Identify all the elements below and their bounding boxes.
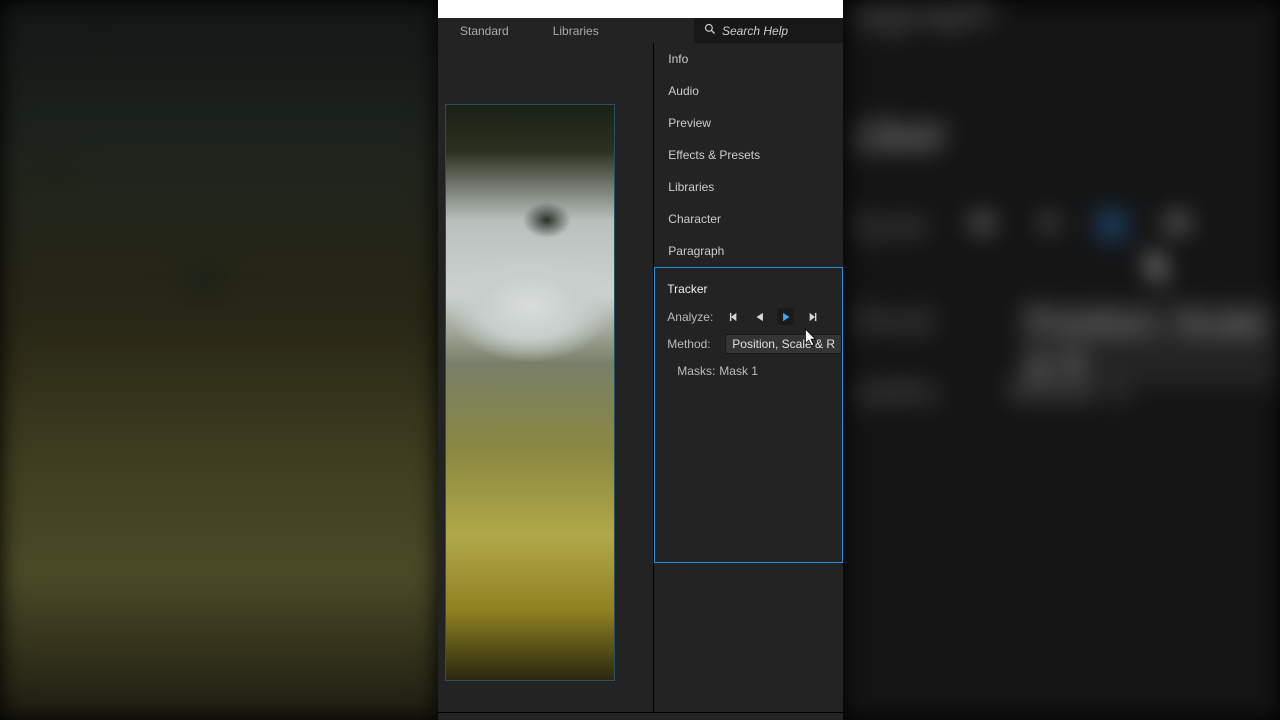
video-background-right: agraph cker lyze: thod: Position, Scale … — [843, 0, 1280, 720]
right-panels-column: Info Audio Preview Effects & Presets Lib… — [653, 43, 843, 712]
panel-tab-libraries[interactable]: Libraries — [654, 171, 843, 203]
analyze-forward-icon[interactable] — [777, 308, 794, 325]
search-icon — [704, 22, 716, 40]
panel-tab-audio[interactable]: Audio — [654, 75, 843, 107]
analyze-step-backward-icon[interactable] — [725, 308, 742, 325]
workspace-tab-standard[interactable]: Standard — [438, 18, 531, 43]
masks-row: Masks: Mask 1 — [655, 357, 842, 384]
method-label: Method: — [667, 337, 723, 351]
analyze-row: Analyze: — [655, 303, 842, 330]
method-row: Method: Position, Scale & R — [655, 330, 842, 357]
search-help-wrap[interactable] — [694, 18, 843, 43]
masks-value: Mask 1 — [719, 364, 758, 378]
window-titlebar — [438, 0, 843, 18]
bottom-strip — [438, 712, 843, 720]
panel-tab-paragraph[interactable]: Paragraph — [654, 235, 843, 267]
panel-tab-effects[interactable]: Effects & Presets — [654, 139, 843, 171]
composition-viewer — [438, 43, 653, 712]
video-background-left — [0, 0, 438, 720]
panel-tab-tracker[interactable]: Tracker — [655, 275, 842, 303]
analyze-backward-icon[interactable] — [751, 308, 768, 325]
analyze-step-forward-icon[interactable] — [803, 308, 820, 325]
panel-tab-info[interactable]: Info — [654, 43, 843, 75]
app-window: Standard Libraries >> Info Audio Preview… — [438, 0, 843, 720]
workspace-tab-libraries[interactable]: Libraries — [531, 18, 621, 43]
method-dropdown[interactable]: Position, Scale & R — [725, 334, 842, 354]
panel-tab-preview[interactable]: Preview — [654, 107, 843, 139]
search-input[interactable] — [722, 24, 879, 38]
masks-label: Masks: — [677, 364, 715, 378]
analyze-label: Analyze: — [667, 310, 723, 324]
preview-image[interactable] — [446, 105, 614, 680]
panel-tab-character[interactable]: Character — [654, 203, 843, 235]
tracker-panel: Tracker Analyze: — [654, 267, 843, 563]
